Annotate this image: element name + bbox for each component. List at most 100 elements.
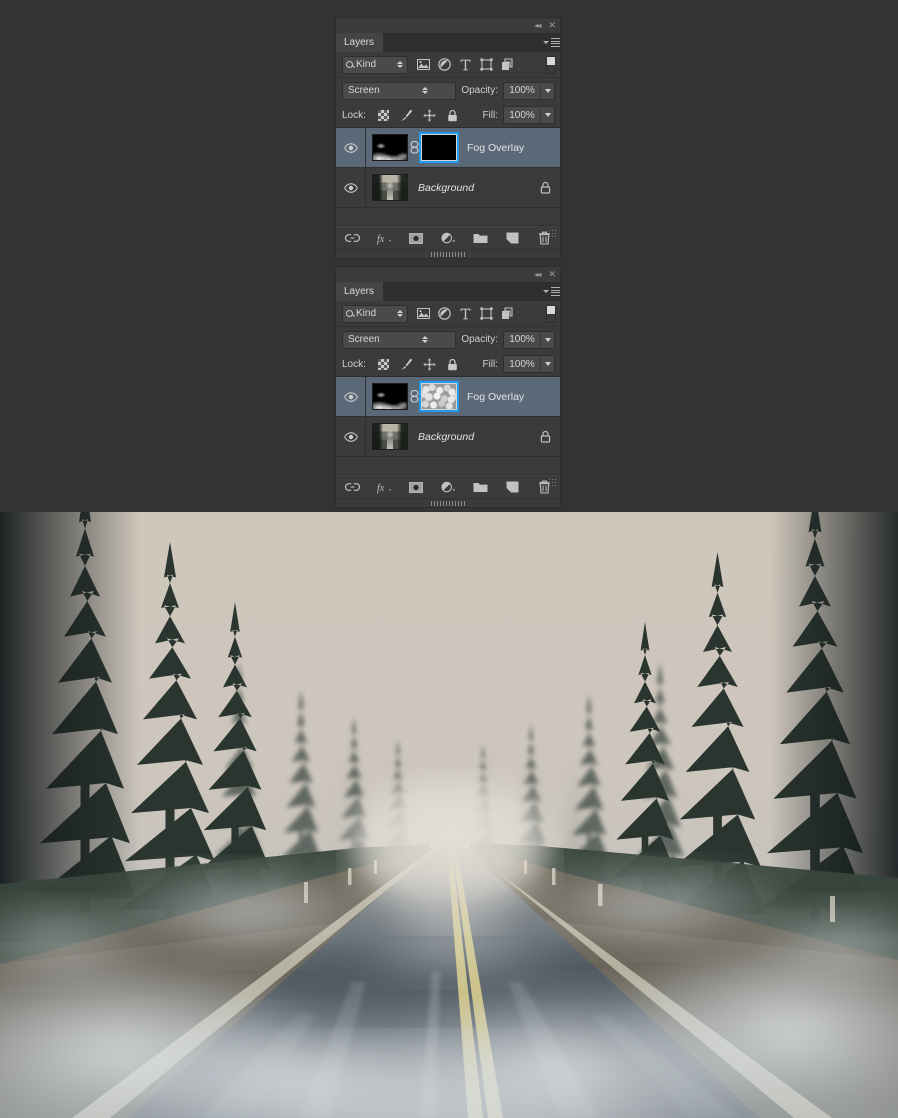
lock-all-icon[interactable]	[446, 358, 459, 371]
fog-thumbnail[interactable]	[372, 383, 408, 410]
layer-visibility-toggle[interactable]	[336, 128, 366, 167]
opacity-label: Opacity:	[461, 334, 498, 345]
table-row[interactable]: Fog Overlay	[336, 128, 560, 168]
lock-label: Lock:	[342, 358, 366, 370]
new-layer-icon[interactable]	[505, 231, 520, 246]
fill-dropdown-arrow[interactable]	[540, 356, 554, 372]
tab-layers[interactable]: Layers	[336, 282, 384, 301]
close-icon[interactable]: ✕	[548, 270, 556, 279]
collapse-panel-icon[interactable]: ◂◂	[534, 270, 541, 279]
layer-visibility-toggle[interactable]	[336, 377, 366, 416]
collapse-panel-icon[interactable]: ◂◂	[534, 21, 541, 30]
layer-style-fx-icon[interactable]: fx	[377, 480, 392, 495]
opacity-label: Opacity:	[461, 85, 498, 96]
fill-field[interactable]: 100%	[503, 106, 555, 124]
new-group-icon[interactable]	[473, 480, 488, 495]
layer-name: Fog Overlay	[467, 390, 525, 403]
lock-image-pixels-icon[interactable]	[400, 109, 413, 122]
panel-footer-grip[interactable]	[336, 498, 560, 507]
smart-object-filter-icon[interactable]	[500, 58, 514, 72]
new-group-icon[interactable]	[473, 231, 488, 246]
layers-list: Fog Overlay Background	[336, 377, 560, 475]
lock-all-icon[interactable]	[446, 109, 459, 122]
table-row[interactable]: Background	[336, 417, 560, 457]
add-layer-mask-icon[interactable]	[409, 480, 424, 495]
table-row[interactable]: Background	[336, 168, 560, 208]
pixel-layer-filter-icon[interactable]	[416, 58, 430, 72]
foggy-road-photo	[0, 512, 898, 1118]
filter-enable-toggle[interactable]	[546, 55, 556, 74]
layers-list-empty-area	[336, 457, 560, 475]
fill-field[interactable]: 100%	[503, 355, 555, 373]
blend-mode-select[interactable]: Screen	[342, 330, 457, 349]
blend-mode-select[interactable]: Screen	[342, 81, 457, 100]
new-adjustment-layer-icon[interactable]	[440, 231, 456, 246]
opacity-dropdown-arrow[interactable]	[540, 82, 554, 99]
lock-image-pixels-icon[interactable]	[400, 358, 413, 371]
shape-layer-filter-icon[interactable]	[479, 307, 493, 321]
opacity-field[interactable]: 100%	[503, 330, 555, 349]
smart-object-filter-icon[interactable]	[500, 307, 514, 321]
filter-enable-toggle[interactable]	[546, 304, 556, 323]
type-layer-filter-icon[interactable]	[458, 58, 472, 72]
filter-kind-stepper[interactable]	[397, 61, 403, 68]
lock-position-icon[interactable]	[423, 357, 436, 371]
add-layer-mask-icon[interactable]	[409, 231, 424, 246]
new-layer-icon[interactable]	[505, 480, 520, 495]
fill-label: Fill:	[482, 109, 498, 121]
fill-dropdown-arrow[interactable]	[540, 107, 554, 123]
layer-visibility-toggle[interactable]	[336, 417, 366, 456]
link-layers-icon[interactable]	[344, 480, 360, 495]
panel-resize-grip[interactable]	[548, 478, 557, 487]
blend-mode-stepper[interactable]	[400, 336, 452, 343]
blend-mode-stepper[interactable]	[400, 87, 452, 94]
lock-transparent-pixels-icon[interactable]	[377, 358, 390, 371]
fill-label: Fill:	[482, 358, 498, 370]
layer-filter-row: Kind	[336, 52, 560, 78]
link-layers-icon[interactable]	[409, 141, 420, 154]
road-photo-thumbnail[interactable]	[372, 174, 408, 201]
road-photo-thumbnail[interactable]	[372, 423, 408, 450]
panel-window-controls: ◂◂ ✕	[336, 267, 560, 282]
opacity-dropdown-arrow[interactable]	[540, 331, 554, 348]
lock-transparent-pixels-icon[interactable]	[377, 109, 390, 122]
fill-value: 100%	[509, 109, 535, 121]
lock-position-icon[interactable]	[423, 108, 436, 122]
shape-layer-filter-icon[interactable]	[479, 58, 493, 72]
fog-thumbnail[interactable]	[372, 134, 408, 161]
layer-visibility-toggle[interactable]	[336, 168, 366, 207]
layer-style-fx-icon[interactable]: fx	[377, 231, 392, 246]
table-row[interactable]: Fog Overlay	[336, 377, 560, 417]
panel-footer-grip[interactable]	[336, 249, 560, 258]
adjustment-layer-filter-icon[interactable]	[437, 58, 451, 72]
new-adjustment-layer-icon[interactable]	[440, 480, 456, 495]
opacity-value: 100%	[509, 85, 535, 96]
filter-kind-stepper[interactable]	[397, 310, 403, 317]
panel-menu-button[interactable]	[542, 282, 560, 301]
link-layers-icon[interactable]	[409, 390, 420, 403]
filter-kind-select[interactable]: Kind	[342, 304, 408, 323]
pixel-layer-filter-icon[interactable]	[416, 307, 430, 321]
search-icon	[346, 61, 353, 68]
adjustment-layer-filter-icon[interactable]	[437, 307, 451, 321]
panel-window-controls: ◂◂ ✕	[336, 18, 560, 33]
opacity-field[interactable]: 100%	[503, 81, 555, 100]
search-icon	[346, 310, 353, 317]
type-layer-filter-icon[interactable]	[458, 307, 472, 321]
clouds-render-mask-thumbnail[interactable]	[419, 381, 459, 412]
panel-menu-button[interactable]	[542, 33, 560, 52]
opacity-value: 100%	[509, 334, 535, 345]
filter-kind-select[interactable]: Kind	[342, 55, 408, 74]
solid-black-mask-thumbnail[interactable]	[419, 132, 459, 163]
screenshot-root: ◂◂ ✕ Layers Kind Screen Opacity: 100% Lo…	[0, 0, 898, 1118]
hamburger-icon	[550, 38, 560, 47]
close-icon[interactable]: ✕	[548, 21, 556, 30]
panel-resize-grip[interactable]	[548, 229, 557, 238]
layers-panel-clouds-mask: ◂◂ ✕ Layers Kind Screen Opacity: 100% Lo…	[336, 267, 560, 507]
layers-panel-toolbar: fx	[336, 475, 560, 498]
link-layers-icon[interactable]	[344, 231, 360, 246]
filter-type-icons	[416, 307, 514, 321]
layers-list-empty-area	[336, 208, 560, 226]
blend-mode-value: Screen	[348, 85, 380, 96]
tab-layers[interactable]: Layers	[336, 33, 384, 52]
